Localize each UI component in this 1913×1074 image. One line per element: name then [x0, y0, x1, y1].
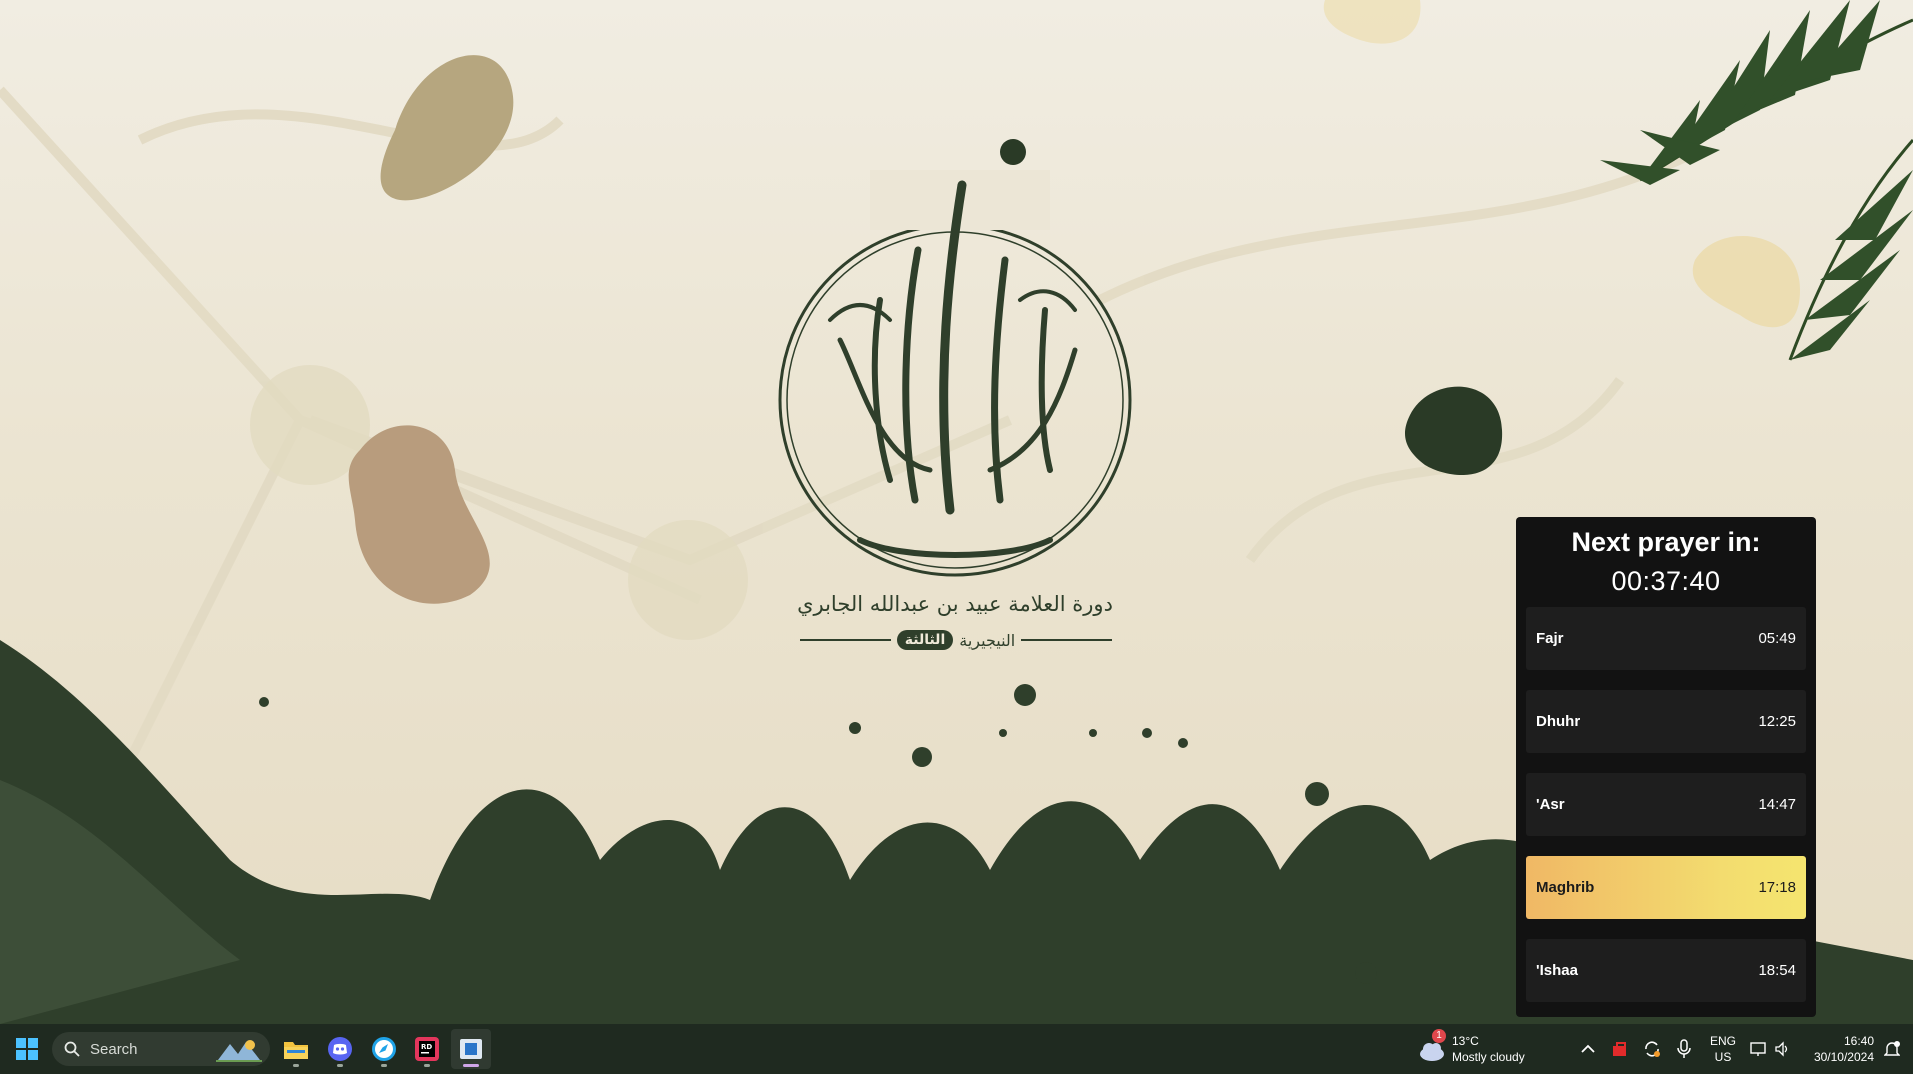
prayer-name: 'Ishaa — [1536, 962, 1578, 979]
tan-blob — [380, 55, 514, 201]
taskbar-app-file-explorer[interactable] — [276, 1029, 316, 1069]
prayer-time: 12:25 — [1758, 713, 1796, 730]
compass-icon — [372, 1037, 396, 1061]
prayer-time: 17:18 — [1758, 879, 1796, 896]
prayer-name: 'Asr — [1536, 796, 1565, 813]
dark-blob — [1405, 386, 1503, 476]
prayer-row-maghrib: Maghrib 17:18 — [1526, 856, 1806, 919]
running-indicator — [381, 1064, 387, 1067]
chevron-up-icon — [1581, 1044, 1595, 1053]
weather-badge: 1 — [1432, 1029, 1446, 1043]
prayer-row-fajr: Fajr 05:49 — [1526, 607, 1806, 670]
next-prayer-countdown: 00:37:40 — [1611, 566, 1721, 596]
next-prayer-heading: Next prayer in: — [1571, 527, 1761, 557]
taskbar-app-widget[interactable] — [451, 1029, 491, 1069]
start-button[interactable] — [7, 1029, 47, 1069]
prayer-row-asr: 'Asr 14:47 — [1526, 773, 1806, 836]
language-line1: ENG — [1709, 1034, 1736, 1048]
running-indicator — [463, 1064, 479, 1067]
prayer-time: 05:49 — [1758, 630, 1796, 647]
folder-icon — [284, 1042, 308, 1059]
running-indicator — [337, 1064, 343, 1067]
prayer-name: Maghrib — [1536, 879, 1595, 896]
prayer-list: Fajr 05:49 Dhuhr 12:25 'Asr 14:47 Maghri… — [1526, 607, 1806, 1002]
prayer-time: 14:47 — [1758, 796, 1796, 813]
tray-microphone-button[interactable] — [1664, 1029, 1704, 1069]
taskbar-app-discord[interactable] — [320, 1029, 360, 1069]
light-blob — [1692, 236, 1800, 328]
taskbar-app-rider[interactable]: RD — [407, 1029, 447, 1069]
prayer-name: Dhuhr — [1536, 713, 1581, 730]
rider-icon: RD — [415, 1037, 439, 1061]
sync-icon — [1645, 1041, 1660, 1057]
svg-text:RD: RD — [421, 1043, 432, 1051]
language-line2: US — [1714, 1050, 1732, 1064]
window-icon — [460, 1039, 482, 1059]
red-app-icon — [1613, 1042, 1626, 1056]
running-indicator — [293, 1064, 299, 1067]
volume-icon — [1775, 1041, 1788, 1057]
taskbar-app-browser[interactable] — [364, 1029, 404, 1069]
prayer-row-ishaa: 'Ishaa 18:54 — [1526, 939, 1806, 1002]
search-label: Search — [90, 1040, 138, 1058]
brown-blob — [348, 425, 490, 604]
prayer-name: Fajr — [1536, 630, 1564, 647]
weather-condition: Mostly cloudy — [1452, 1050, 1525, 1064]
prayer-times-widget: Next prayer in: 00:37:40 Fajr 05:49 Dhuh… — [1516, 517, 1816, 1017]
taskbar-search[interactable]: Search — [52, 1032, 270, 1066]
search-icon — [64, 1041, 80, 1057]
emblem-divider-left — [800, 639, 891, 641]
emblem-title: دورة العلامة عبيد بن عبدالله الجابري — [797, 592, 1113, 616]
search-highlight-icon — [216, 1040, 262, 1062]
desktop-wallpaper: دورة العلامة عبيد بن عبدالله الجابري الث… — [0, 0, 1913, 1024]
weather-temperature: 13°C — [1452, 1034, 1479, 1048]
discord-icon — [328, 1037, 352, 1061]
network-icon — [1750, 1042, 1766, 1056]
clock-time: 16:40 — [1843, 1034, 1874, 1048]
language-indicator[interactable]: ENG US — [1706, 1033, 1740, 1065]
taskbar: Search RD 1 13°C Mostly cloudy ENG US 16… — [0, 1024, 1913, 1074]
emblem-divider-right — [1021, 639, 1112, 641]
emblem-subtitle: الثالثة النيجيرية — [800, 628, 1112, 652]
windows-logo-icon — [16, 1038, 38, 1060]
weather-widget[interactable]: 1 13°C Mostly cloudy — [1418, 1029, 1538, 1067]
microphone-icon — [1677, 1039, 1691, 1058]
clock-date: 30/10/2024 — [1813, 1050, 1874, 1064]
notifications-button[interactable] — [1876, 1029, 1908, 1069]
prayer-row-dhuhr: Dhuhr 12:25 — [1526, 690, 1806, 753]
bell-icon — [1884, 1041, 1900, 1056]
emblem-subtitle-word: النيجيرية — [959, 630, 1016, 650]
tray-network-volume-button[interactable] — [1742, 1029, 1798, 1069]
clock[interactable]: 16:40 30/10/2024 — [1802, 1033, 1874, 1065]
prayer-time: 18:54 — [1758, 962, 1796, 979]
emblem-subtitle-pill: الثالثة — [896, 630, 954, 650]
running-indicator — [424, 1064, 430, 1067]
